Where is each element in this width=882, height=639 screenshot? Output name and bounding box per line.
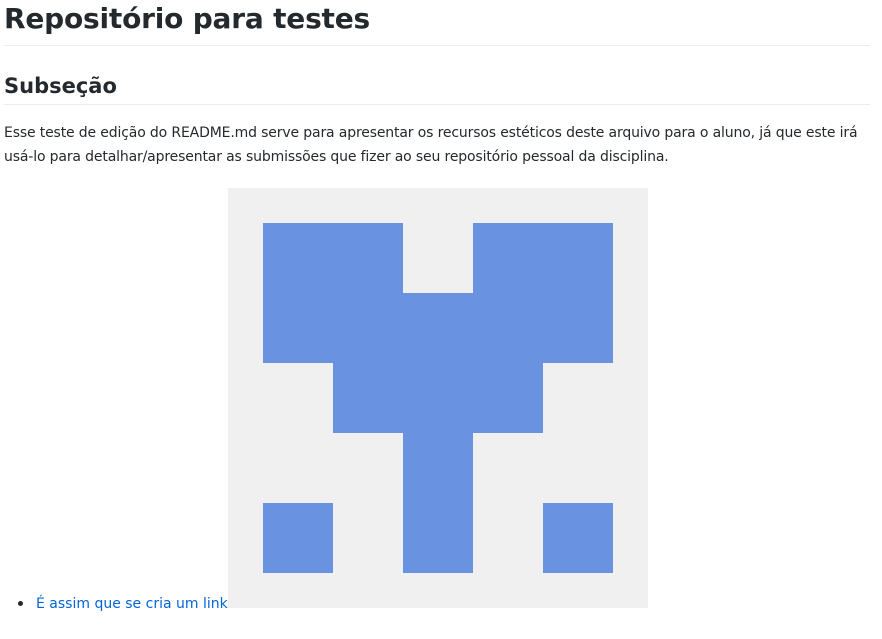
create-link-example[interactable]: É assim que se cria um link	[36, 592, 228, 616]
subsection-heading: Subseção	[4, 71, 870, 105]
identicon-cell	[543, 503, 613, 573]
list-bullet	[18, 601, 23, 606]
readme-content: Repositório para testes Subseção Esse te…	[0, 0, 874, 639]
identicon-cell	[473, 223, 613, 363]
identicon-cell	[263, 503, 333, 573]
identicon-cell	[403, 293, 473, 363]
intro-paragraph: Esse teste de edição do README.md serve …	[4, 125, 858, 165]
identicon-cell	[263, 223, 403, 363]
identicon-image	[228, 188, 648, 608]
identicon-cell	[333, 363, 543, 433]
identicon-cell	[403, 433, 473, 573]
page-title: Repositório para testes	[4, 0, 870, 46]
